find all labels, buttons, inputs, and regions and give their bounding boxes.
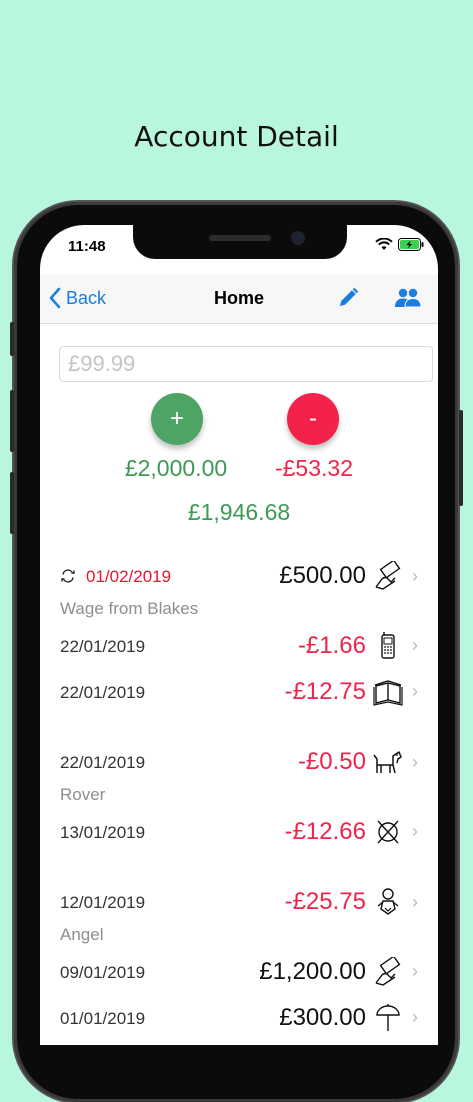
transaction-row[interactable]: 13/01/2019 -£12.66 ›: [40, 809, 438, 856]
amount-input[interactable]: [59, 346, 433, 382]
transaction-date: 22/01/2019: [60, 683, 146, 702]
baby-icon: [377, 888, 399, 915]
transaction-date: 01/01/2019: [60, 1009, 146, 1028]
page-title: Account Detail: [134, 120, 339, 153]
transaction-row[interactable]: 09/01/2019 £1,200.00 ›: [40, 949, 438, 996]
people-icon: [395, 288, 422, 308]
transaction-amount: -£0.50: [297, 748, 366, 775]
chevron-right-icon: ›: [412, 681, 418, 701]
navigation-bar: Back Home: [40, 275, 438, 324]
book-icon: [373, 680, 403, 706]
transaction-amount: £300.00: [279, 1004, 366, 1031]
transaction-description: Rover: [60, 785, 106, 804]
chevron-right-icon: ›: [412, 566, 418, 586]
no-washing-icon: [377, 820, 399, 844]
transaction-date: 09/01/2019: [60, 963, 146, 982]
volume-up-button: [10, 390, 14, 452]
chevron-right-icon: ›: [412, 892, 418, 912]
recurring-icon: [61, 569, 75, 583]
front-camera: [293, 233, 303, 243]
wifi-icon: [375, 238, 393, 250]
transaction-date: 13/01/2019: [60, 823, 146, 842]
app-screen: 11:48 Back Home £99.99 + - £2,000.00 -£5…: [40, 225, 438, 1045]
add-income-button[interactable]: +: [151, 393, 203, 445]
transaction-amount: -£12.66: [284, 818, 366, 845]
notch: [133, 225, 347, 259]
status-icons: [375, 238, 424, 251]
transaction-description: Wage from Blakes: [60, 599, 199, 618]
transaction-amount: -£12.75: [284, 678, 366, 705]
speaker: [209, 235, 271, 241]
transaction-date: 22/01/2019: [60, 637, 146, 656]
transaction-date: 22/01/2019: [60, 753, 146, 772]
transaction-row[interactable]: 01/01/2019 £300.00 ›: [40, 995, 438, 1045]
transaction-description: Angel: [60, 925, 104, 944]
cash-hand-icon: [375, 957, 401, 986]
transaction-row[interactable]: 01/02/2019 £500.00 › Wage from Blakes: [40, 551, 438, 624]
nav-title: Home: [213, 288, 264, 308]
income-total: £2,000.00: [124, 455, 228, 481]
transaction-row[interactable]: 22/01/2019 -£1.66 ›: [40, 623, 438, 670]
expense-total: -£53.32: [274, 455, 353, 481]
chevron-right-icon: ›: [412, 961, 418, 981]
section-spacer: [40, 855, 438, 877]
transaction-date: 01/02/2019: [86, 567, 172, 586]
pencil-icon: [340, 287, 359, 306]
dog-icon: [373, 751, 402, 774]
transaction-row[interactable]: 22/01/2019 -£12.75 ›: [40, 669, 438, 716]
chevron-right-icon: ›: [412, 635, 418, 655]
battery-charging-icon: [398, 238, 424, 251]
chevron-right-icon: ›: [412, 1007, 418, 1027]
transaction-amount: -£1.66: [297, 632, 366, 659]
power-button: [459, 410, 463, 506]
transaction-row[interactable]: 12/01/2019 -£25.75 › Angel: [40, 877, 438, 950]
mobile-phone-icon: [381, 632, 395, 659]
balance-total: £1,946.68: [187, 499, 291, 525]
add-expense-button[interactable]: -: [287, 393, 339, 445]
status-time: 11:48: [68, 238, 106, 255]
beach-icon: [376, 1004, 400, 1031]
chevron-right-icon: ›: [412, 752, 418, 772]
transaction-amount: £500.00: [279, 562, 366, 589]
section-spacer: [40, 715, 438, 737]
cash-hand-icon: [375, 561, 401, 590]
share-people-button[interactable]: [394, 286, 422, 315]
transaction-amount: -£25.75: [284, 888, 366, 915]
mute-switch: [10, 322, 14, 356]
edit-button[interactable]: [336, 286, 360, 315]
chevron-right-icon: ›: [412, 821, 418, 841]
transaction-amount: £1,200.00: [259, 958, 366, 985]
transaction-row[interactable]: 22/01/2019 -£0.50 › Rover: [40, 737, 438, 810]
volume-down-button: [10, 472, 14, 534]
transaction-date: 12/01/2019: [60, 893, 146, 912]
